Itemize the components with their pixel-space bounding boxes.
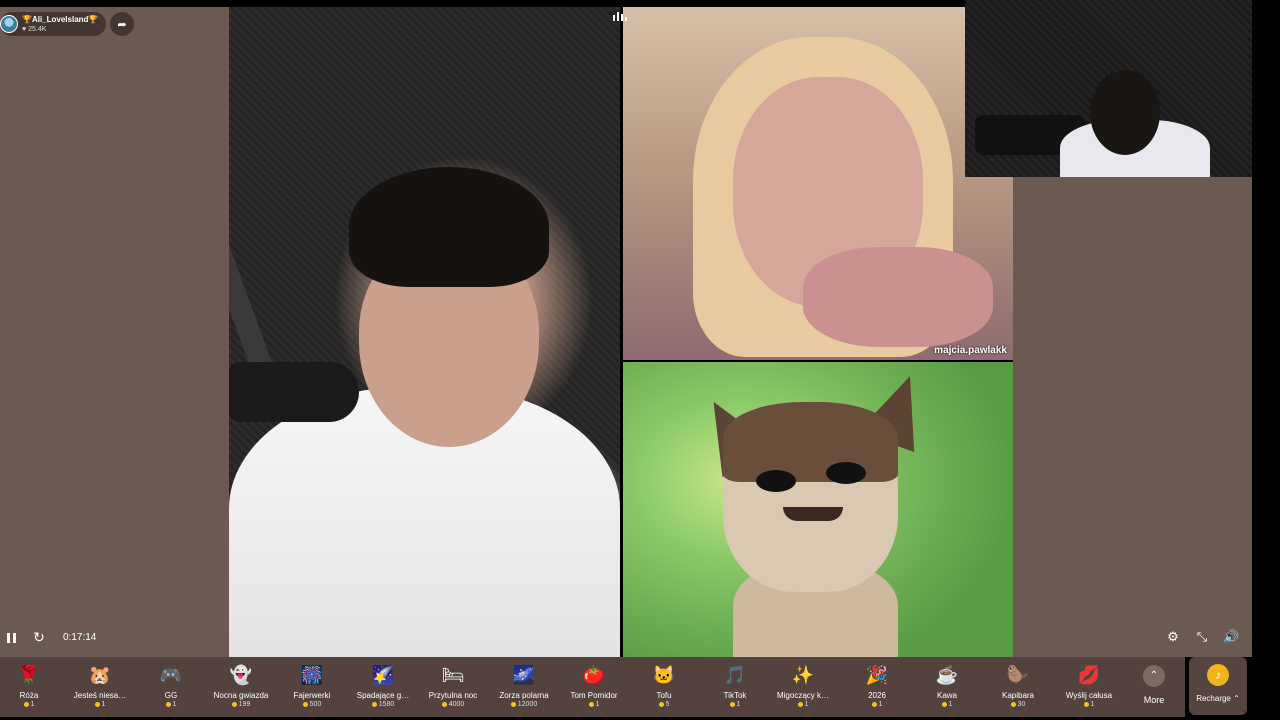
playback-time: 0:17:14 bbox=[63, 632, 97, 643]
coin-recharge-icon: ♪ bbox=[1207, 664, 1229, 686]
gift-icon: 🦫 bbox=[1006, 665, 1030, 685]
left-background-panel bbox=[0, 7, 229, 657]
gift-item[interactable]: 👻 Nocna gwiazda 199 bbox=[205, 661, 277, 713]
gift-item[interactable]: ☕ Kawa 1 bbox=[911, 661, 983, 713]
replay-icon[interactable]: ↻ bbox=[31, 629, 47, 645]
heart-icon: ♥ bbox=[22, 25, 27, 33]
coin-icon bbox=[23, 701, 29, 707]
gift-item[interactable]: 🎉 2026 1 bbox=[841, 661, 913, 713]
coin-icon bbox=[302, 701, 308, 707]
collapse-icon[interactable]: ⤡ bbox=[1194, 629, 1210, 645]
gift-icon: 🌠 bbox=[371, 665, 395, 685]
coin-icon bbox=[165, 701, 171, 707]
gift-item[interactable]: 🎆 Fajerwerki 500 bbox=[276, 661, 348, 713]
gift-icon: 🌌 bbox=[512, 665, 536, 685]
gift-item[interactable]: 🐹 Jesteś niesa… 1 bbox=[64, 661, 136, 713]
coin-icon bbox=[371, 701, 377, 707]
recharge-button[interactable]: ♪ Recharge ⌃ bbox=[1189, 657, 1247, 715]
gift-icon: ☕ bbox=[935, 665, 959, 685]
share-icon[interactable]: ➦ bbox=[110, 12, 134, 36]
gift-item[interactable]: 🌌 Zorza polarna 12000 bbox=[488, 661, 560, 713]
gift-icon: 🎮 bbox=[159, 665, 183, 685]
coin-icon bbox=[588, 701, 594, 707]
pip-head bbox=[1090, 70, 1160, 155]
gift-icon: 🎆 bbox=[300, 665, 324, 685]
more-gifts-button[interactable]: ⌃ More bbox=[1132, 661, 1176, 713]
gift-icon: 👻 bbox=[229, 665, 253, 685]
gift-item[interactable]: 🎮 GG 1 bbox=[135, 661, 207, 713]
gift-item[interactable]: 🦫 Kapibara 30 bbox=[982, 661, 1054, 713]
cat-eye-right bbox=[826, 462, 866, 484]
recharge-label: Recharge bbox=[1196, 694, 1231, 703]
gift-icon: 🐱 bbox=[652, 665, 676, 685]
gift-icon: 🛏 bbox=[441, 665, 465, 685]
picture-in-picture-video[interactable] bbox=[965, 0, 1252, 177]
guest-video-2[interactable] bbox=[623, 362, 1013, 657]
guest-video-1[interactable]: majcia.pawlakk bbox=[623, 7, 1013, 360]
coin-icon bbox=[441, 701, 447, 707]
gift-icon: 🎉 bbox=[865, 665, 889, 685]
cat-eye-left bbox=[756, 470, 796, 492]
cat-mouth bbox=[783, 507, 843, 521]
gift-icon: 🍅 bbox=[582, 665, 606, 685]
gift-item[interactable]: 🎵 TikTok 1 bbox=[699, 661, 771, 713]
gift-item[interactable]: 🌹 Róża 1 bbox=[0, 661, 65, 713]
more-label: More bbox=[1143, 695, 1165, 705]
coin-icon bbox=[231, 701, 237, 707]
gift-icon: 🌹 bbox=[17, 665, 41, 685]
chevron-up-icon: ⌃ bbox=[1233, 694, 1240, 703]
right-background-panel bbox=[1013, 177, 1252, 657]
coin-icon bbox=[1083, 701, 1089, 707]
coin-icon bbox=[941, 701, 947, 707]
signal-icon bbox=[606, 7, 634, 25]
chevron-up-icon: ⌃ bbox=[1143, 665, 1165, 687]
host-video[interactable] bbox=[229, 7, 620, 657]
coin-icon bbox=[510, 701, 516, 707]
host-name: 🏆Ali_LoveIsland🏆 bbox=[22, 14, 99, 24]
gift-item[interactable]: 🛏 Przytulna noc 4000 bbox=[417, 661, 489, 713]
right-edge-strip bbox=[1252, 0, 1280, 720]
gift-item[interactable]: 💋 Wyślij całusa 1 bbox=[1053, 661, 1125, 713]
gift-item[interactable]: 🌠 Spadające g… 1580 bbox=[347, 661, 419, 713]
cat-head-fur bbox=[723, 402, 898, 482]
coin-icon bbox=[871, 701, 877, 707]
microphone-arm bbox=[229, 237, 275, 377]
microphone bbox=[229, 362, 359, 422]
guest1-hand bbox=[803, 247, 993, 347]
volume-icon[interactable]: 🔊 bbox=[1223, 629, 1239, 645]
gift-icon: 🐹 bbox=[88, 665, 112, 685]
host-hair bbox=[349, 167, 549, 287]
host-likes-count: 25.4K bbox=[28, 25, 47, 33]
gift-item[interactable]: ✨ Migoczący k… 1 bbox=[767, 661, 839, 713]
pause-icon[interactable] bbox=[4, 630, 18, 646]
guest-name-label: majcia.pawlakk bbox=[934, 345, 1007, 356]
gift-bar: 🌹 Róża 1 🐹 Jesteś niesa… 1 🎮 GG 1 👻 Nocna gwiaz… bbox=[0, 657, 1185, 717]
gift-icon: ✨ bbox=[791, 665, 815, 685]
coin-icon bbox=[1010, 701, 1016, 707]
coin-icon bbox=[797, 701, 803, 707]
gift-item[interactable]: 🐱 Tofu 5 bbox=[628, 661, 700, 713]
coin-icon bbox=[658, 701, 664, 707]
coin-icon bbox=[729, 701, 735, 707]
host-profile-pill[interactable]: 🏆Ali_LoveIsland🏆 ♥ 25.4K bbox=[0, 12, 106, 36]
gift-item[interactable]: 🍅 Tom Pomidor 1 bbox=[558, 661, 630, 713]
coin-icon bbox=[94, 701, 100, 707]
host-avatar[interactable] bbox=[0, 15, 18, 33]
gift-icon: 🎵 bbox=[723, 665, 747, 685]
settings-icon[interactable]: ⚙ bbox=[1165, 629, 1181, 645]
gift-icon: 💋 bbox=[1077, 665, 1101, 685]
